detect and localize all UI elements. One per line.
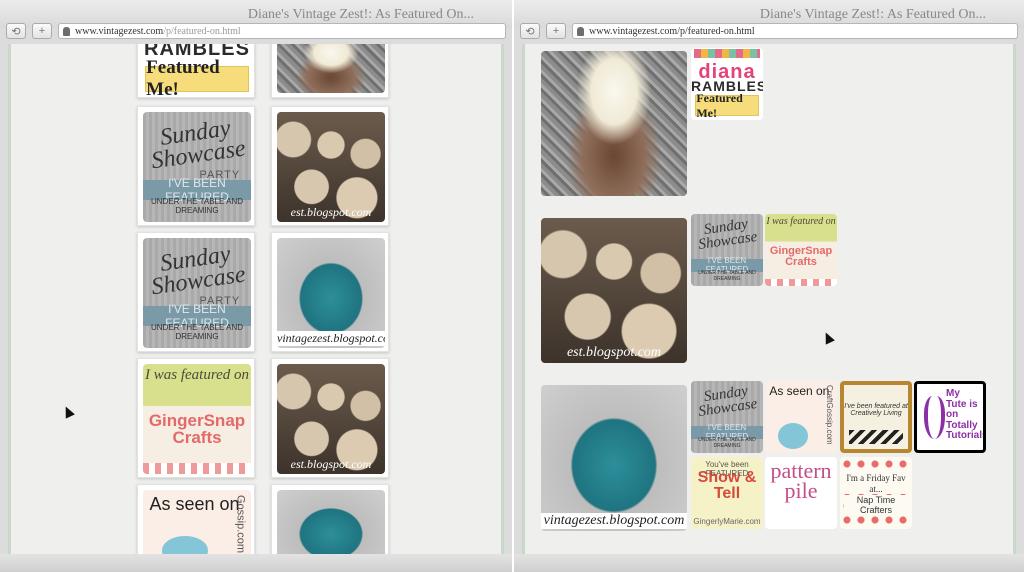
bunting-decoration xyxy=(693,49,761,59)
diana-rambles-badge[interactable]: diana RAMBLES Featured Me! xyxy=(691,48,763,120)
photo-tile[interactable]: est.blogspot.com xyxy=(271,106,389,226)
show-and-tell-badge[interactable]: You've been FEATURED Show & Tell Gingerl… xyxy=(691,457,763,529)
back-button[interactable]: ⟲ xyxy=(6,23,26,39)
address-bar[interactable]: www.vintagezest.com/p/featured-on.html xyxy=(58,23,506,39)
photo-caption: est.blogspot.com xyxy=(290,205,372,219)
bird-icon xyxy=(777,422,809,449)
frosted-cupcake-photo[interactable] xyxy=(277,44,385,93)
page-content[interactable]: diana RAMBLES Featured Me! est.blogspot.… xyxy=(522,44,1016,554)
gingersnap-crafts-badge[interactable]: I was featured on GingerSnap Crafts xyxy=(765,214,837,286)
badge-text: pattern pile xyxy=(770,458,832,504)
badge-text: GingerSnap Crafts xyxy=(769,244,833,268)
badge-text: Sunday Showcase xyxy=(149,115,248,174)
plus-icon: + xyxy=(552,25,560,37)
badge-text: I was featured on xyxy=(766,215,836,227)
cupcakes-photo[interactable]: est.blogspot.com xyxy=(277,112,385,222)
badge-text: GingerlyMarie.com xyxy=(693,517,761,527)
url-host: www.vintagezest.com xyxy=(589,25,678,37)
badge-text: Featured Me! xyxy=(145,57,249,95)
badge-text: UNDER THE TABLE AND DREAMING xyxy=(150,197,244,216)
badge-text: Gossip.com xyxy=(234,494,247,553)
badge-text: Sunday Showcase xyxy=(697,216,759,253)
badge-tile[interactable]: Sunday Showcase PARTY I'VE BEEN FEATURED… xyxy=(137,232,255,352)
back-icon: ⟲ xyxy=(525,25,535,38)
craft-gossip-badge[interactable]: As seen on CraftGossip.com xyxy=(765,381,837,453)
badge-text: GingerSnap Crafts xyxy=(148,411,246,448)
bird-icon xyxy=(162,536,208,554)
toolbar: ⟲ + www.vintagezest.com/p/featured-on.ht… xyxy=(520,22,1018,40)
photo-caption: est.blogspot.com xyxy=(566,345,662,360)
back-icon: ⟲ xyxy=(11,25,21,38)
badge-text: Sunday Showcase xyxy=(697,383,759,420)
new-tab-button[interactable]: + xyxy=(32,23,52,39)
toolbar: ⟲ + www.vintagezest.com/p/featured-on.ht… xyxy=(6,22,506,40)
stripe-decoration xyxy=(143,463,251,474)
photo-tile[interactable]: vintagezest.blogspot.com xyxy=(271,232,389,352)
glasses-case-photo[interactable] xyxy=(277,490,385,554)
url-path: /p/featured-on.html xyxy=(677,25,755,37)
craft-gossip-badge[interactable]: As seen on Gossip.com xyxy=(143,490,251,554)
badge-tile[interactable]: I was featured on GingerSnap Crafts xyxy=(137,358,255,478)
badge-text: Featured Me! xyxy=(695,91,759,120)
badge-text: My Tute is on Totally Tutorials xyxy=(946,388,986,442)
mouse-cursor-icon xyxy=(61,404,75,419)
photo-caption: vintagezest.blogspot.com xyxy=(277,331,385,346)
cupcakes-photo[interactable]: est.blogspot.com xyxy=(277,364,385,474)
stripe-decoration xyxy=(765,278,837,286)
badge-text: I'm a Friday Fav at... xyxy=(842,472,910,495)
sunday-showcase-badge[interactable]: Sunday Showcase I'VE BEEN FEATURED UNDER… xyxy=(691,214,763,286)
lock-icon xyxy=(577,26,584,36)
badge-text: As seen on xyxy=(769,384,830,399)
badge-text: CraftGossip.com xyxy=(825,385,835,445)
rambles-badge[interactable]: RAMBLES Featured Me! xyxy=(143,44,251,95)
back-button[interactable]: ⟲ xyxy=(520,23,540,39)
badge-text: UNDER THE TABLE AND DREAMING xyxy=(698,269,756,282)
photo-tile[interactable]: est.blogspot.com xyxy=(271,358,389,478)
friday-fav-badge[interactable]: I'm a Friday Fav at... Nap Time Crafters xyxy=(840,457,912,529)
glasses-case-photo[interactable]: vintagezest.blogspot.com xyxy=(541,385,687,531)
mouse-cursor-icon xyxy=(821,330,835,345)
sunday-showcase-badge[interactable]: Sunday Showcase PARTY I'VE BEEN FEATURED… xyxy=(143,238,251,348)
badge-text: Nap Time Crafters xyxy=(844,494,908,515)
creatively-living-badge[interactable]: I've been featured at Creatively Living xyxy=(840,381,912,453)
url-host: www.vintagezest.com xyxy=(75,25,164,37)
photo-caption: vintagezest.blogspot.com xyxy=(541,513,687,529)
pattern-pile-badge[interactable]: pattern pile xyxy=(765,457,837,529)
frosted-cupcake-photo[interactable] xyxy=(541,51,687,196)
badge-text: Show & Tell xyxy=(697,468,757,502)
new-tab-button[interactable]: + xyxy=(546,23,566,39)
badge-tile[interactable]: Sunday Showcase PARTY I'VE BEEN FEATURED… xyxy=(137,106,255,226)
scissors-icon xyxy=(923,395,945,440)
badge-text: Sunday Showcase xyxy=(149,241,248,300)
totally-tutorials-badge[interactable]: My Tute is on Totally Tutorials xyxy=(914,381,986,453)
url-path: /p/featured-on.html xyxy=(163,25,241,37)
glasses-case-photo[interactable]: vintagezest.blogspot.com xyxy=(277,238,385,348)
badge-tile[interactable]: As seen on Gossip.com xyxy=(137,484,255,554)
plus-icon: + xyxy=(38,25,46,37)
address-bar[interactable]: www.vintagezest.com/p/featured-on.html xyxy=(572,23,1018,39)
lock-icon xyxy=(63,26,70,36)
gingersnap-crafts-badge[interactable]: I was featured on GingerSnap Crafts xyxy=(143,364,251,474)
photo-tile[interactable] xyxy=(271,484,389,554)
cupcakes-photo[interactable]: est.blogspot.com xyxy=(541,218,687,363)
sunday-showcase-badge[interactable]: Sunday Showcase PARTY I'VE BEEN FEATURED… xyxy=(143,112,251,222)
photo-tile[interactable] xyxy=(271,44,389,98)
status-bar xyxy=(0,554,512,572)
badge-tile[interactable]: RAMBLES Featured Me! xyxy=(137,44,255,98)
status-bar xyxy=(514,554,1024,572)
left-browser-window: Diane's Vintage Zest!: As Featured On...… xyxy=(0,0,512,572)
chevron-decoration xyxy=(849,429,903,444)
right-browser-window: Diane's Vintage Zest!: As Featured On...… xyxy=(514,0,1024,572)
badge-text: UNDER THE TABLE AND DREAMING xyxy=(698,436,756,449)
badge-text: UNDER THE TABLE AND DREAMING xyxy=(150,323,244,342)
photo-caption: est.blogspot.com xyxy=(290,457,372,471)
badge-text: I was featured on xyxy=(144,367,250,384)
badge-text: I've been featured at Creatively Living xyxy=(844,402,908,417)
badge-text: As seen on xyxy=(149,493,240,514)
sunday-showcase-badge[interactable]: Sunday Showcase I'VE BEEN FEATURED UNDER… xyxy=(691,381,763,453)
page-content[interactable]: RAMBLES Featured Me! Sunday Showcase PAR… xyxy=(8,44,504,554)
